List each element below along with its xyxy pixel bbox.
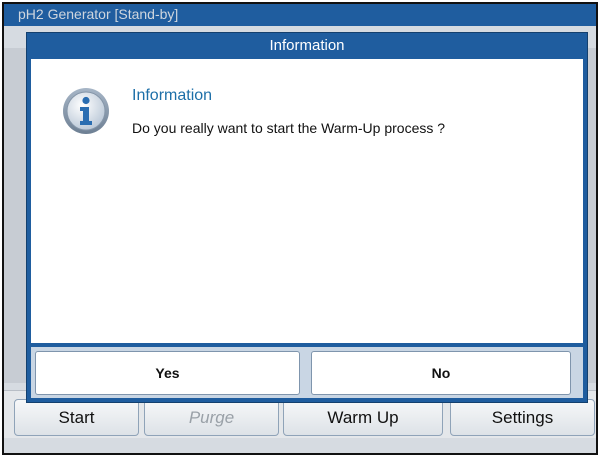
warm-up-button[interactable]: Warm Up [283, 399, 443, 436]
message-heading: Information [132, 87, 213, 104]
information-dialog: Information Information Do you really wa… [27, 33, 587, 402]
dialog-button-area: Yes No [31, 347, 583, 398]
settings-button[interactable]: Settings [450, 399, 595, 436]
yes-button[interactable]: Yes [35, 351, 300, 395]
title-bar: pH2 Generator [Stand-by] [4, 4, 596, 26]
app-title: pH2 Generator [Stand-by] [18, 6, 179, 22]
purge-button: Purge [144, 399, 279, 436]
start-button[interactable]: Start [14, 399, 139, 436]
message-text: Do you really want to start the Warm-Up … [132, 120, 446, 136]
dialog-title: Information [269, 37, 345, 54]
no-button[interactable]: No [311, 351, 571, 395]
dialog-body: Information Do you really want to start … [31, 59, 583, 343]
info-icon [63, 88, 109, 134]
